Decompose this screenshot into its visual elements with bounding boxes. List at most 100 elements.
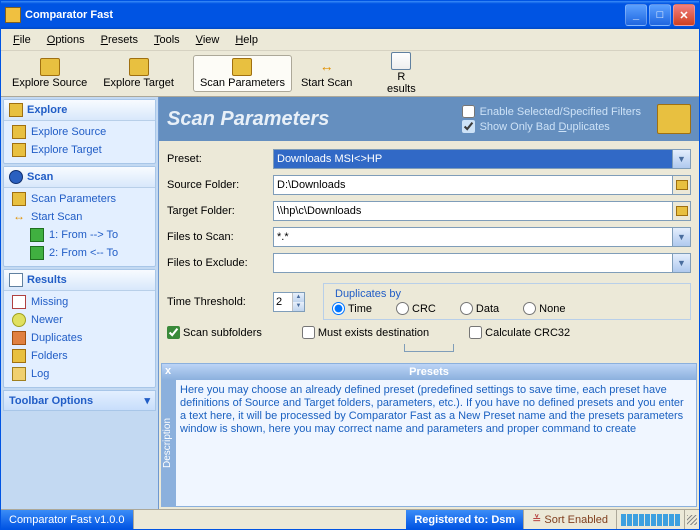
lens-icon — [9, 170, 23, 184]
sidebar-duplicates[interactable]: Duplicates — [6, 329, 153, 347]
panel-results: Results Missing Newer Duplicates Folders… — [3, 269, 156, 388]
presets-side-label: Description — [162, 380, 176, 506]
page-title: Scan Parameters — [167, 108, 329, 131]
maximize-button[interactable]: □ — [649, 4, 671, 26]
folder-icon — [12, 349, 26, 363]
folder-icon — [12, 143, 26, 157]
sidebar-missing[interactable]: Missing — [6, 293, 153, 311]
files-input[interactable] — [273, 227, 673, 247]
tb-explore-source[interactable]: Explore Source — [5, 55, 94, 92]
status-version: Comparator Fast v1.0.0 — [1, 510, 134, 529]
statusbar: Comparator Fast v1.0.0 Registered to: Ds… — [1, 509, 699, 529]
sidebar-explore-target[interactable]: Explore Target — [6, 141, 153, 159]
tb-results[interactable]: Results — [371, 49, 431, 98]
minimize-button[interactable]: _ — [625, 4, 647, 26]
folder-icon — [12, 125, 26, 139]
must-exist-check[interactable]: Must exists destination — [302, 326, 429, 339]
exclude-input[interactable] — [273, 253, 673, 273]
duplicates-by-fieldset: Duplicates by Time CRC Data None — [323, 283, 691, 320]
menu-view[interactable]: View — [188, 32, 228, 48]
panel-scan-header[interactable]: Scan — [4, 167, 155, 188]
status-sort[interactable]: ≚Sort Enabled — [524, 510, 617, 529]
sidebar-from-to[interactable]: 1: From --> To — [6, 226, 153, 244]
missing-icon — [12, 295, 26, 309]
spin-down[interactable]: ▼ — [293, 302, 304, 311]
spin-up[interactable]: ▲ — [293, 293, 304, 302]
sidebar-explore-source[interactable]: Explore Source — [6, 123, 153, 141]
menu-file[interactable]: File — [5, 32, 39, 48]
dup-data-radio[interactable]: Data — [460, 302, 499, 315]
close-button[interactable]: ✕ — [673, 4, 695, 26]
time-threshold-label: Time Threshold: — [167, 296, 267, 308]
panel-scan: Scan Scan Parameters ↔Start Scan 1: From… — [3, 166, 156, 267]
presets-close[interactable]: x — [165, 365, 171, 377]
source-label: Source Folder: — [167, 179, 267, 191]
main: Scan Parameters Enable Selected/Specifie… — [159, 97, 699, 509]
sidebar-to-from[interactable]: 2: From <-- To — [6, 244, 153, 262]
target-browse[interactable] — [673, 201, 691, 221]
source-browse[interactable] — [673, 175, 691, 195]
document-icon — [391, 52, 411, 70]
exclude-label: Files to Exclude: — [167, 257, 267, 269]
presets-text: Here you may choose an already defined p… — [176, 380, 696, 506]
menubar: File Options Presets Tools View Help — [1, 29, 699, 51]
show-bad-duplicates-check[interactable]: Show Only Bad Duplicates — [462, 120, 641, 133]
sidebar: Explore Explore Source Explore Target Sc… — [1, 97, 159, 509]
dup-none-radio[interactable]: None — [523, 302, 565, 315]
arrow-right-icon — [30, 228, 44, 242]
source-input[interactable] — [273, 175, 673, 195]
scan-params-header: Scan Parameters Enable Selected/Specifie… — [159, 97, 699, 141]
status-registered: Registered to: Dsm — [406, 510, 524, 529]
dup-crc-radio[interactable]: CRC — [396, 302, 436, 315]
presets-title: xPresets — [162, 364, 696, 380]
chevron-down-icon: ▾ — [144, 394, 150, 407]
menu-help[interactable]: Help — [227, 32, 266, 48]
folder-icon — [40, 58, 60, 76]
files-dropdown[interactable]: ▼ — [673, 227, 691, 247]
presets-panel: xPresets Description Here you may choose… — [161, 363, 697, 507]
panel-results-header[interactable]: Results — [4, 270, 155, 291]
time-threshold-spinner[interactable]: ▲▼ — [273, 292, 305, 312]
panel-explore-header[interactable]: Explore — [4, 100, 155, 121]
folder-icon — [232, 58, 252, 76]
arrows-icon: ↔ — [12, 210, 26, 224]
arrows-icon: ↔ — [317, 58, 337, 76]
tb-explore-target[interactable]: Explore Target — [96, 55, 181, 92]
sidebar-newer[interactable]: Newer — [6, 311, 153, 329]
status-progress — [617, 510, 685, 529]
sidebar-start-scan[interactable]: ↔Start Scan — [6, 208, 153, 226]
sidebar-log[interactable]: Log — [6, 365, 153, 383]
target-label: Target Folder: — [167, 205, 267, 217]
menu-tools[interactable]: Tools — [146, 32, 188, 48]
sort-icon: ≚ — [532, 513, 541, 526]
panel-explore: Explore Explore Source Explore Target — [3, 99, 156, 164]
scan-subfolders-check[interactable]: Scan subfolders — [167, 326, 262, 339]
expand-handle[interactable] — [404, 344, 454, 352]
folder-icon — [676, 180, 688, 190]
titlebar: Comparator Fast _ □ ✕ — [1, 1, 699, 29]
menu-presets[interactable]: Presets — [93, 32, 146, 48]
arrow-left-icon — [30, 246, 44, 260]
sidebar-folders[interactable]: Folders — [6, 347, 153, 365]
folder-icon — [9, 103, 23, 117]
preset-dropdown[interactable]: ▼ — [673, 149, 691, 169]
resize-handle[interactable] — [685, 513, 699, 527]
toolbar-options[interactable]: Toolbar Options▾ — [3, 390, 156, 411]
menu-options[interactable]: Options — [39, 32, 93, 48]
tb-scan-parameters[interactable]: Scan Parameters — [193, 55, 292, 92]
enable-filters-check[interactable]: Enable Selected/Specified Filters — [462, 105, 641, 118]
folder-icon — [129, 58, 149, 76]
log-icon — [12, 367, 26, 381]
sidebar-scan-params[interactable]: Scan Parameters — [6, 190, 153, 208]
calc-crc-check[interactable]: Calculate CRC32 — [469, 326, 570, 339]
folder-icon — [12, 192, 26, 206]
app-icon — [5, 7, 21, 23]
preset-label: Preset: — [167, 153, 267, 165]
dup-time-radio[interactable]: Time — [332, 302, 372, 315]
target-input[interactable] — [273, 201, 673, 221]
duplicates-icon — [12, 331, 26, 345]
preset-input[interactable] — [273, 149, 673, 169]
newer-icon — [12, 313, 26, 327]
exclude-dropdown[interactable]: ▼ — [673, 253, 691, 273]
tb-start-scan[interactable]: ↔Start Scan — [294, 55, 359, 92]
